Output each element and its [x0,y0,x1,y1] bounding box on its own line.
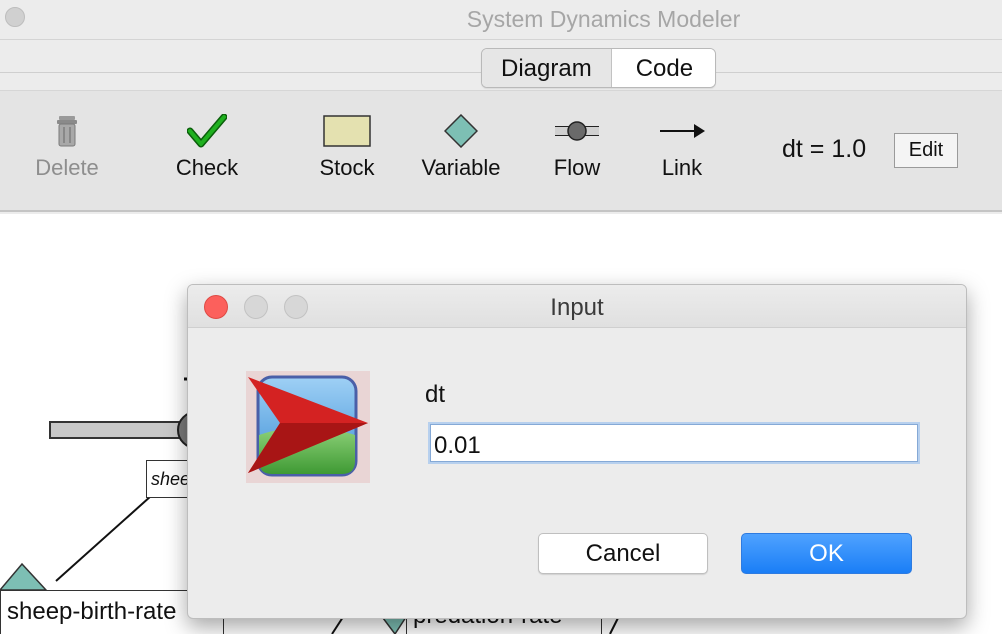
link-label: Link [661,155,703,180]
check-button[interactable]: Check [173,111,241,181]
link-button[interactable]: Link [658,111,706,181]
flow-label: Flow [553,155,601,180]
flow-valve-icon [552,111,602,151]
sheep-stock-label[interactable]: sheep [146,460,190,498]
cancel-button[interactable]: Cancel [538,533,708,574]
dt-readout: dt = 1.0 [782,135,867,163]
delete-button[interactable]: Delete [34,111,100,181]
edit-dt-button[interactable]: Edit [894,133,958,168]
variable-diamond[interactable] [0,562,48,591]
variable-button[interactable]: Variable [418,111,504,181]
dialog-title: Input [550,294,604,321]
window-titlebar: System Dynamics Modeler [0,0,1002,40]
stock-rectangle-icon [317,111,377,151]
variable-diamond-icon [418,111,504,151]
stock-label: Stock [319,155,375,180]
delete-label: Delete [35,155,99,180]
tab-group: Diagram Code [481,48,717,88]
window-title: System Dynamics Modeler [466,6,741,32]
tab-diagram[interactable]: Diagram [482,49,612,87]
checkmark-icon [173,111,241,151]
input-dialog: Input dt Cancel OK [187,284,967,619]
ok-button[interactable]: OK [741,533,912,574]
trash-icon [34,111,100,151]
flow-button[interactable]: Flow [552,111,602,181]
stock-button[interactable]: Stock [317,111,377,181]
dt-input[interactable] [430,424,918,462]
dialog-titlebar: Input [188,285,966,328]
toolbar: Delete Check Stock Variable Flow Link dt… [0,90,1002,212]
dt-field-label: dt [425,381,446,408]
link-arrow-icon [658,111,706,151]
tab-code[interactable]: Code [611,49,716,87]
variable-label: Variable [421,155,501,180]
netlogo-app-icon [246,371,370,483]
tab-row: Diagram Code [0,40,1002,90]
check-label: Check [175,155,239,180]
